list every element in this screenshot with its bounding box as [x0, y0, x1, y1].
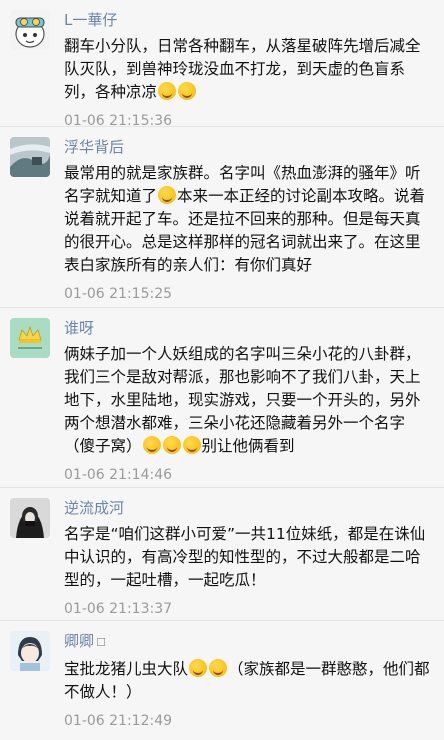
comment-text-part: 翻车小分队，日常各种翻车，从落星破阵先增后减全队灭队，到兽神玲珑没血不打龙，到天…	[64, 37, 421, 101]
comment-item: 谁呀 俩妹子加一个人妖组成的名字叫三朵小花的八卦群，我们三个是敌对帮派，那也影响…	[0, 308, 444, 488]
comment-author[interactable]: 逆流成河	[64, 488, 434, 517]
avatar[interactable]	[10, 498, 50, 538]
comment-author-name: 卿卿	[64, 632, 95, 650]
comment-timestamp: 01-06 21:12:49	[64, 713, 173, 729]
comment-author[interactable]: L一華仔	[64, 0, 434, 29]
comment-text: 宝批龙猪儿虫大队 （家族都是一群憨憨，他们都不做人！）	[64, 658, 434, 704]
avatar[interactable]	[10, 10, 50, 50]
grin-emoji	[158, 186, 177, 204]
comment-list: L一華仔 翻车小分队，日常各种翻车，从落星破阵先增后减全队灭队，到兽神玲珑没血不…	[0, 0, 444, 739]
comment-item: 浮华背后 最常用的就是家族群。名字叫《热血澎湃的骚年》听名字就知道了 本来一本正经…	[0, 127, 444, 308]
comment-text: 翻车小分队，日常各种翻车，从落星破阵先增后减全队灭队，到兽神玲珑没血不打龙，到天…	[64, 35, 434, 104]
avatar[interactable]	[10, 631, 50, 671]
comment-text: 名字是“咱们这群小可爱”一共11位妹纸，都是在诛仙中认识的，有高冷型的知性型的，…	[64, 525, 426, 589]
thinking-emoji	[142, 436, 161, 454]
comment-text: 最常用的就是家族群。名字叫《热血澎湃的骚年》听名字就知道了 本来一本正经的讨论副本…	[64, 162, 434, 277]
laugh-cry-emoji	[158, 82, 177, 100]
landscape-avatar-icon	[10, 137, 50, 177]
comment-author[interactable]: 谁呀	[64, 308, 434, 337]
cartoon-avatar-icon	[10, 10, 50, 50]
comment-item: 卿卿 ☐ 宝批龙猪儿虫大队 （家族都是一群憨憨，他们都不做人！） 01-06 21:…	[0, 621, 444, 739]
comment-item: L一華仔 翻车小分队，日常各种翻车，从落星破阵先增后减全队灭队，到兽神玲珑没血不…	[0, 0, 444, 129]
comment-author[interactable]: 卿卿 ☐	[64, 621, 434, 652]
anime-avatar-icon	[10, 631, 50, 671]
comment-author-suffix: ☐	[96, 636, 106, 649]
comment-text: 俩妹子加一个人妖组成的名字叫三朵小花的八卦群，我们三个是敌对帮派，那也影响不了我…	[64, 343, 434, 458]
laugh-cry-emoji	[178, 82, 197, 100]
avatar[interactable]	[10, 318, 50, 358]
thinking-emoji	[162, 436, 181, 454]
comment-text-part: 别让他俩看到	[201, 437, 295, 455]
laugh-cry-emoji	[209, 659, 228, 677]
laugh-cry-emoji	[189, 659, 208, 677]
comment-item: 逆流成河 名字是“咱们这群小可爱”一共11位妹纸，都是在诛仙中认识的，有高冷型的…	[0, 488, 444, 621]
comment-text-part: 宝批龙猪儿虫大队	[64, 660, 189, 678]
avatar[interactable]	[10, 137, 50, 177]
dark-portrait-avatar-icon	[10, 498, 50, 538]
thinking-emoji	[182, 436, 201, 454]
crown-avatar-icon	[10, 318, 50, 358]
comment-author[interactable]: 浮华背后	[64, 127, 434, 156]
